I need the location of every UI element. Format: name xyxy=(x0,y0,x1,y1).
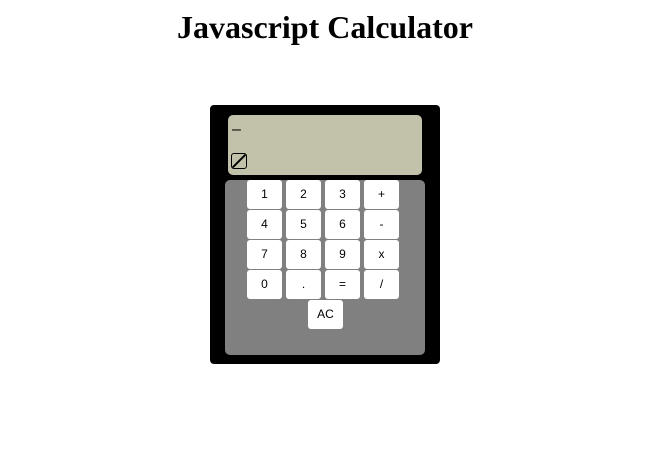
key-0[interactable]: 0 xyxy=(247,270,282,299)
key-6[interactable]: 6 xyxy=(325,210,360,239)
calculator-display: – xyxy=(228,115,422,175)
key-7[interactable]: 7 xyxy=(247,240,282,269)
key-8[interactable]: 8 xyxy=(286,240,321,269)
key-9[interactable]: 9 xyxy=(325,240,360,269)
key-equals[interactable]: = xyxy=(325,270,360,299)
key-3[interactable]: 3 xyxy=(325,180,360,209)
key-subtract[interactable]: - xyxy=(364,210,399,239)
key-1[interactable]: 1 xyxy=(247,180,282,209)
calculator: – 1 2 3 + 4 5 6 - 7 8 9 x 0 . = / AC xyxy=(210,105,440,364)
broken-image-icon xyxy=(231,153,247,169)
keypad: 1 2 3 + 4 5 6 - 7 8 9 x 0 . = / AC xyxy=(225,180,425,355)
key-decimal[interactable]: . xyxy=(286,270,321,299)
display-value: – xyxy=(232,121,241,138)
key-multiply[interactable]: x xyxy=(364,240,399,269)
key-5[interactable]: 5 xyxy=(286,210,321,239)
key-2[interactable]: 2 xyxy=(286,180,321,209)
key-4[interactable]: 4 xyxy=(247,210,282,239)
key-add[interactable]: + xyxy=(364,180,399,209)
key-divide[interactable]: / xyxy=(364,270,399,299)
all-clear-button[interactable]: AC xyxy=(308,300,343,329)
page-title: Javascript Calculator xyxy=(177,9,473,45)
